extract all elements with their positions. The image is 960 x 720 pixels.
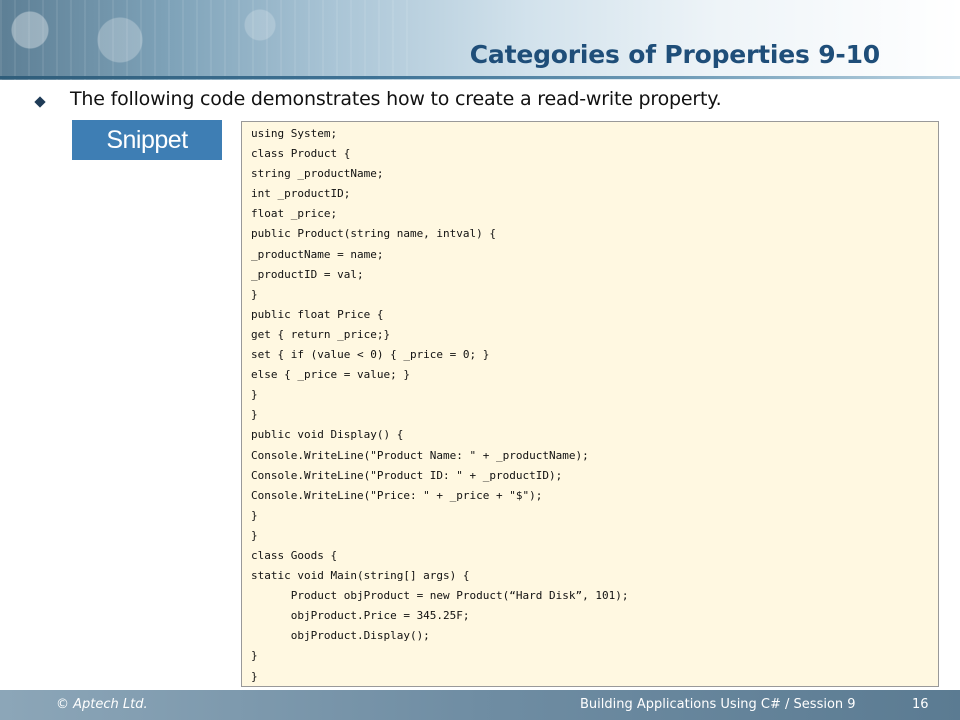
code-line: Product objProduct = new Product(“Hard D… xyxy=(251,589,629,603)
code-line: get { return _price;} xyxy=(251,327,391,341)
code-line: _productName = name; xyxy=(251,247,384,261)
code-line: } xyxy=(251,669,258,683)
code-line: } xyxy=(251,287,258,301)
code-line: public void Display() { xyxy=(251,428,404,442)
header-decorative-image xyxy=(0,0,420,80)
code-lines: using System; class Product { string _prod… xyxy=(251,124,629,687)
footer-copyright: © Aptech Ltd. xyxy=(56,697,148,712)
code-line: } xyxy=(251,508,258,522)
code-line: Console.WriteLine("Product Name: " + _pr… xyxy=(251,448,589,462)
code-line: objProduct.Display(); xyxy=(251,629,430,643)
code-line: public float Price { xyxy=(251,307,384,321)
code-line: } xyxy=(251,649,258,663)
code-line: string _productName; xyxy=(251,167,384,181)
bullet-text: The following code demonstrates how to c… xyxy=(70,88,722,110)
code-line: } xyxy=(251,388,258,402)
code-line: Console.WriteLine("Price: " + _price + "… xyxy=(251,488,543,502)
slide-title: Categories of Properties 9-10 xyxy=(469,40,880,69)
code-line: _productID = val; xyxy=(251,267,364,281)
code-line: } xyxy=(251,528,258,542)
code-line: set { if (value < 0) { _price = 0; } xyxy=(251,348,490,362)
code-line: static void Main(string[] args) { xyxy=(251,569,470,583)
code-line: class Goods { xyxy=(251,548,338,562)
code-line: using System; xyxy=(251,127,338,140)
bullet-item: The following code demonstrates how to c… xyxy=(34,88,934,114)
code-snippet-box: using System; class Product { string _prod… xyxy=(241,121,939,687)
code-line: } xyxy=(251,408,258,422)
code-line: Console.WriteLine("Product ID: " + _prod… xyxy=(251,468,563,482)
code-line: float _price; xyxy=(251,207,338,221)
snippet-label: Snippet xyxy=(72,120,222,160)
code-line: objProduct.Price = 345.25F; xyxy=(251,609,470,623)
diamond-bullet-icon xyxy=(34,96,46,108)
code-line: public Product(string name, intval) { xyxy=(251,227,497,241)
footer-course-title: Building Applications Using C# / Session… xyxy=(580,697,856,712)
page-number: 16 xyxy=(912,697,929,712)
header-divider xyxy=(0,76,960,79)
code-line: else { _price = value; } xyxy=(251,368,410,382)
code-line: class Product { xyxy=(251,147,351,161)
code-line: int _productID; xyxy=(251,187,351,201)
